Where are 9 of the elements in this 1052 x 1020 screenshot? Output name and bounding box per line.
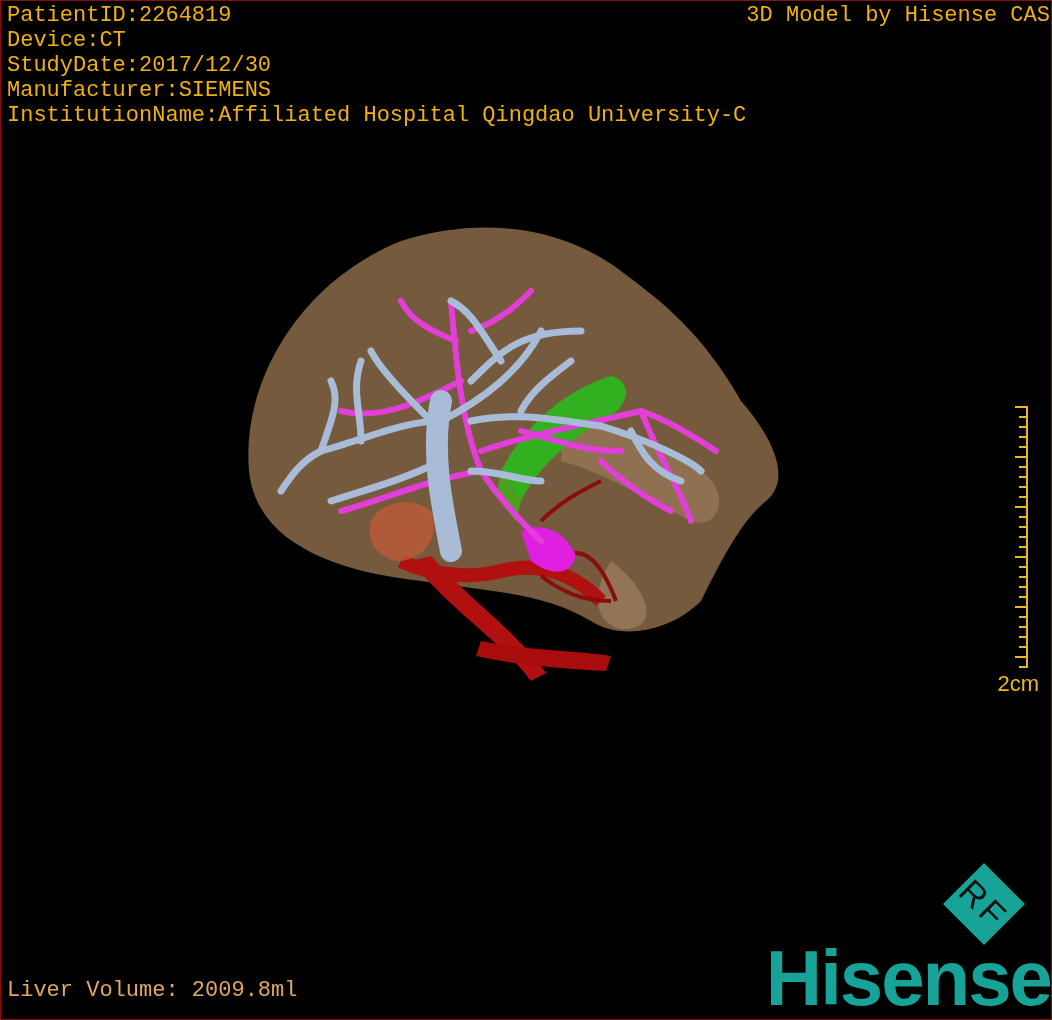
logo-badge: RF: [943, 863, 1025, 945]
info-text: InstitutionName:Affiliated Hospital Qingdao University-C: [7, 103, 747, 128]
info-text: StudyDate:2017/12/30: [7, 53, 273, 78]
model-credit-text: 3D Model by Hisense CAS: [746, 3, 1050, 30]
info-text: Device:CT: [7, 28, 127, 53]
scale-label: 2cm: [997, 671, 1039, 697]
info-text: PatientID:2264819: [7, 3, 233, 28]
info-text: Manufacturer:SIEMENS: [7, 78, 273, 103]
liver-volume-text: Liver Volume: 2009.8ml: [7, 977, 298, 1005]
